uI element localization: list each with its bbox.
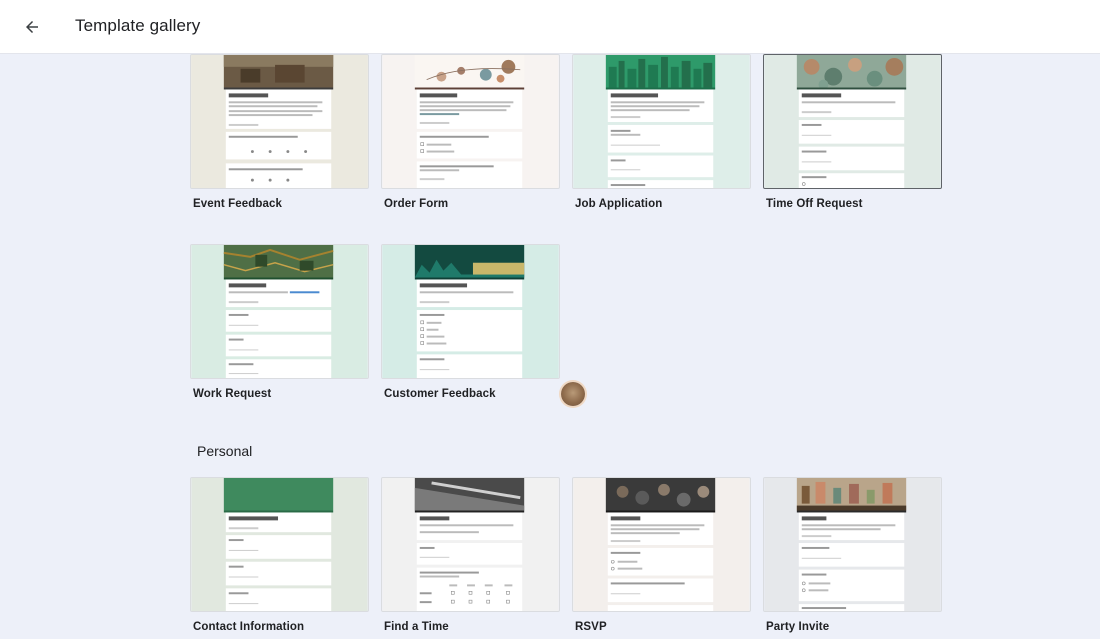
template-card-job-application[interactable] [572,54,751,189]
template-label[interactable]: Contact Information [193,621,304,633]
template-card-party-invite[interactable] [763,477,942,612]
page-title: Template gallery [75,16,201,35]
template-label[interactable]: Party Invite [766,621,829,633]
template-label[interactable]: Time Off Request [766,198,863,210]
template-thumbnail [382,55,559,188]
template-label[interactable]: Customer Feedback [384,388,496,400]
template-card-customer-feedback[interactable] [381,244,560,379]
back-button[interactable] [16,11,48,43]
template-thumbnail [764,55,941,188]
arrow-back-icon [26,21,38,33]
template-label[interactable]: RSVP [575,621,607,633]
section-heading-personal: Personal [197,443,253,459]
template-card-rsvp[interactable] [572,477,751,612]
template-card-contact-information[interactable] [190,477,369,612]
template-card-work-request[interactable] [190,244,369,379]
template-card-event-feedback[interactable] [190,54,369,189]
template-label[interactable]: Event Feedback [193,198,282,210]
template-thumbnail [191,478,368,611]
template-thumbnail [382,478,559,611]
template-thumbnail [764,478,941,611]
template-thumbnail [191,55,368,188]
template-thumbnail [382,245,559,378]
top-bar: Template gallery [0,0,1100,54]
template-card-time-off-request[interactable] [763,54,942,189]
cursor-avatar [561,382,585,406]
template-label[interactable]: Work Request [193,388,271,400]
template-card-find-a-time[interactable] [381,477,560,612]
template-label[interactable]: Order Form [384,198,448,210]
template-thumbnail [191,245,368,378]
template-label[interactable]: Job Application [575,198,662,210]
template-label[interactable]: Find a Time [384,621,449,633]
template-thumbnail [573,55,750,188]
template-thumbnail [573,478,750,611]
template-card-order-form[interactable] [381,54,560,189]
